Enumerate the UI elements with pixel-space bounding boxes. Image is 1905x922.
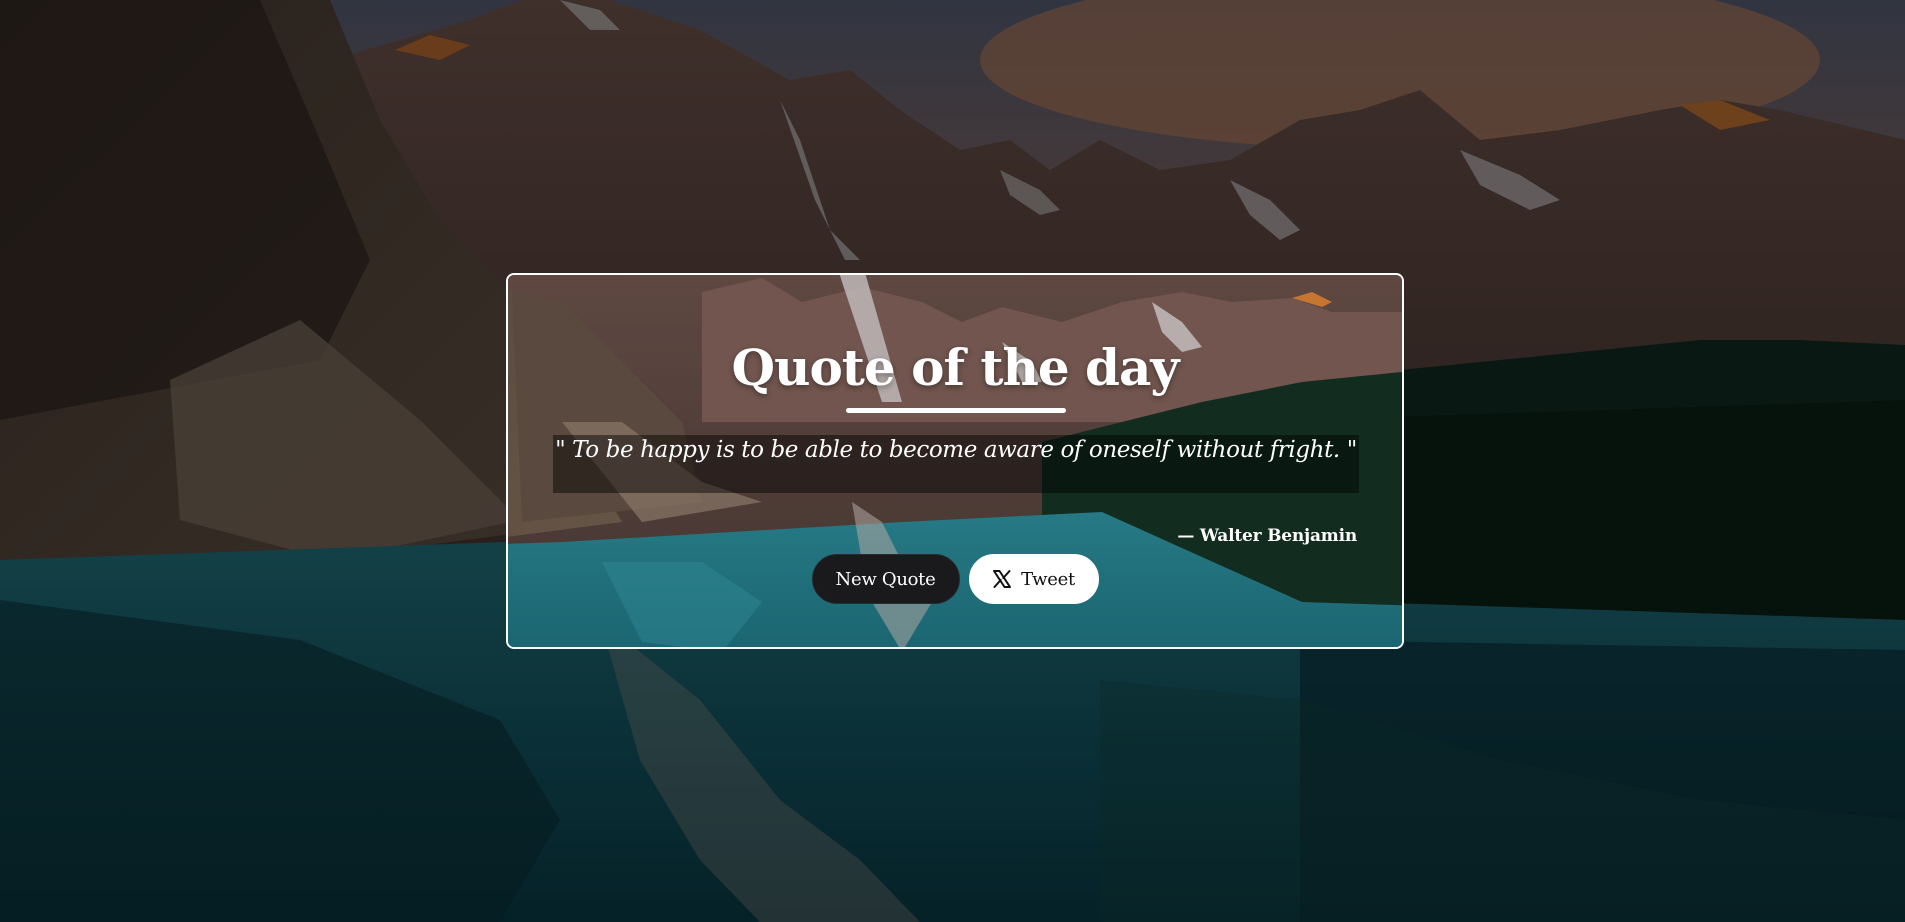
new-quote-label: New Quote <box>835 568 936 590</box>
new-quote-button[interactable]: New Quote <box>811 554 960 604</box>
tweet-label: Tweet <box>1021 568 1075 590</box>
quote-author: — Walter Benjamin <box>1177 526 1357 546</box>
card-content: Quote of the day " To be happy is to be … <box>508 275 1402 647</box>
page-title: Quote of the day <box>731 338 1180 397</box>
button-row: New Quote Tweet <box>508 554 1402 604</box>
quote-card: Quote of the day " To be happy is to be … <box>506 273 1404 649</box>
quote-text: " To be happy is to be able to become aw… <box>555 437 1357 463</box>
title-underline <box>846 408 1066 413</box>
x-logo-icon <box>992 569 1012 589</box>
tweet-button[interactable]: Tweet <box>968 554 1099 604</box>
